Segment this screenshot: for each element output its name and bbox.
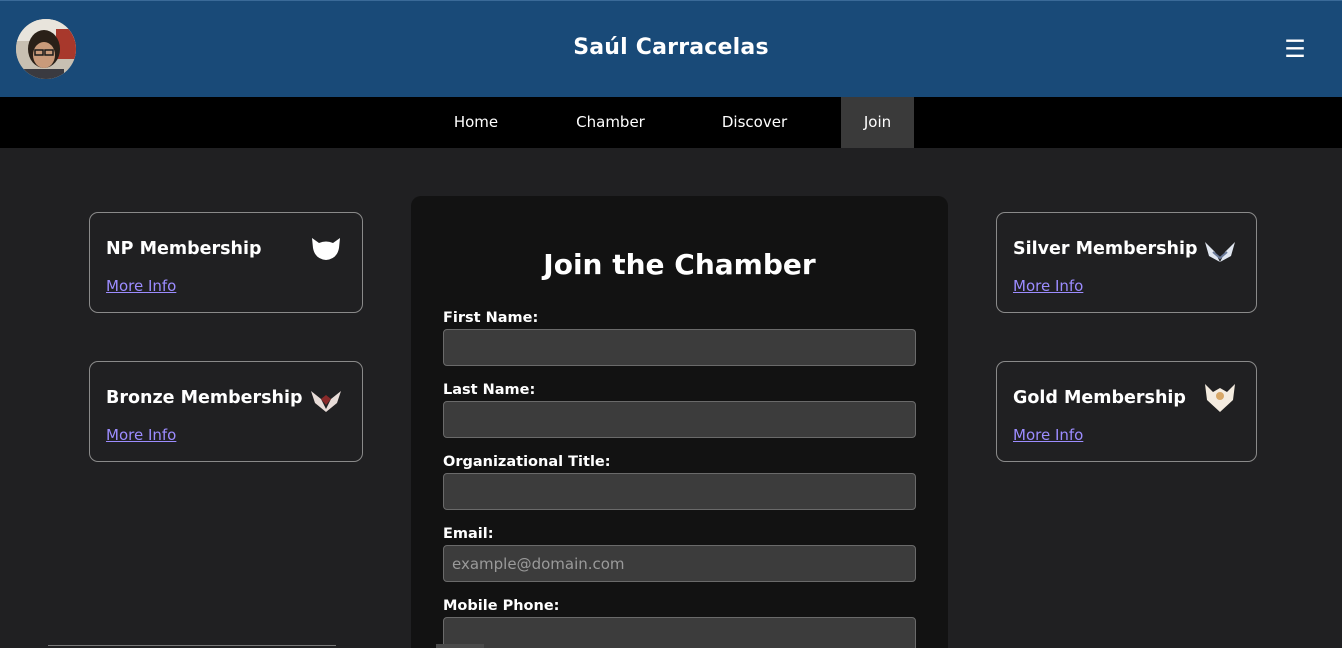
more-info-link[interactable]: More Info [106, 426, 176, 444]
membership-title: NP Membership [106, 239, 262, 259]
divider [48, 645, 336, 646]
np-badge-icon [309, 234, 343, 264]
organizational-title-input[interactable] [443, 473, 916, 510]
membership-card-bronze: Bronze Membership More Info [89, 361, 363, 462]
gold-eagle-icon [1203, 382, 1237, 412]
email-input[interactable] [443, 545, 916, 582]
nav-item-chamber[interactable]: Chamber [552, 97, 669, 148]
more-info-link[interactable]: More Info [106, 277, 176, 295]
last-name-label: Last Name: [443, 382, 536, 398]
nav-item-discover[interactable]: Discover [698, 97, 811, 148]
membership-card-silver: Silver Membership More Info [996, 212, 1257, 313]
silver-wings-icon [1203, 236, 1237, 266]
main-nav: Home Chamber Discover Join [0, 97, 1342, 148]
mobile-phone-input[interactable] [443, 617, 916, 648]
last-name-input[interactable] [443, 401, 916, 438]
membership-card-gold: Gold Membership More Info [996, 361, 1257, 462]
hamburger-menu-icon[interactable]: ☰ [1282, 37, 1308, 61]
membership-title: Gold Membership [1013, 388, 1186, 408]
mobile-phone-label: Mobile Phone: [443, 598, 560, 614]
membership-card-np: NP Membership More Info [89, 212, 363, 313]
form-title: Join the Chamber [543, 248, 816, 281]
email-label: Email: [443, 526, 494, 542]
organizational-title-label: Organizational Title: [443, 454, 611, 470]
first-name-input[interactable] [443, 329, 916, 366]
membership-title: Bronze Membership [106, 388, 303, 408]
nav-item-join[interactable]: Join [841, 97, 914, 148]
bronze-wings-icon [309, 385, 343, 415]
scroll-indicator [436, 644, 484, 648]
more-info-link[interactable]: More Info [1013, 426, 1083, 444]
nav-item-home[interactable]: Home [430, 97, 522, 148]
more-info-link[interactable]: More Info [1013, 277, 1083, 295]
membership-title: Silver Membership [1013, 239, 1198, 259]
site-title: Saúl Carracelas [573, 35, 769, 60]
join-form: Join the Chamber First Name: Last Name: … [411, 196, 948, 648]
site-header: Saúl Carracelas ☰ [0, 0, 1342, 97]
first-name-label: First Name: [443, 310, 539, 326]
